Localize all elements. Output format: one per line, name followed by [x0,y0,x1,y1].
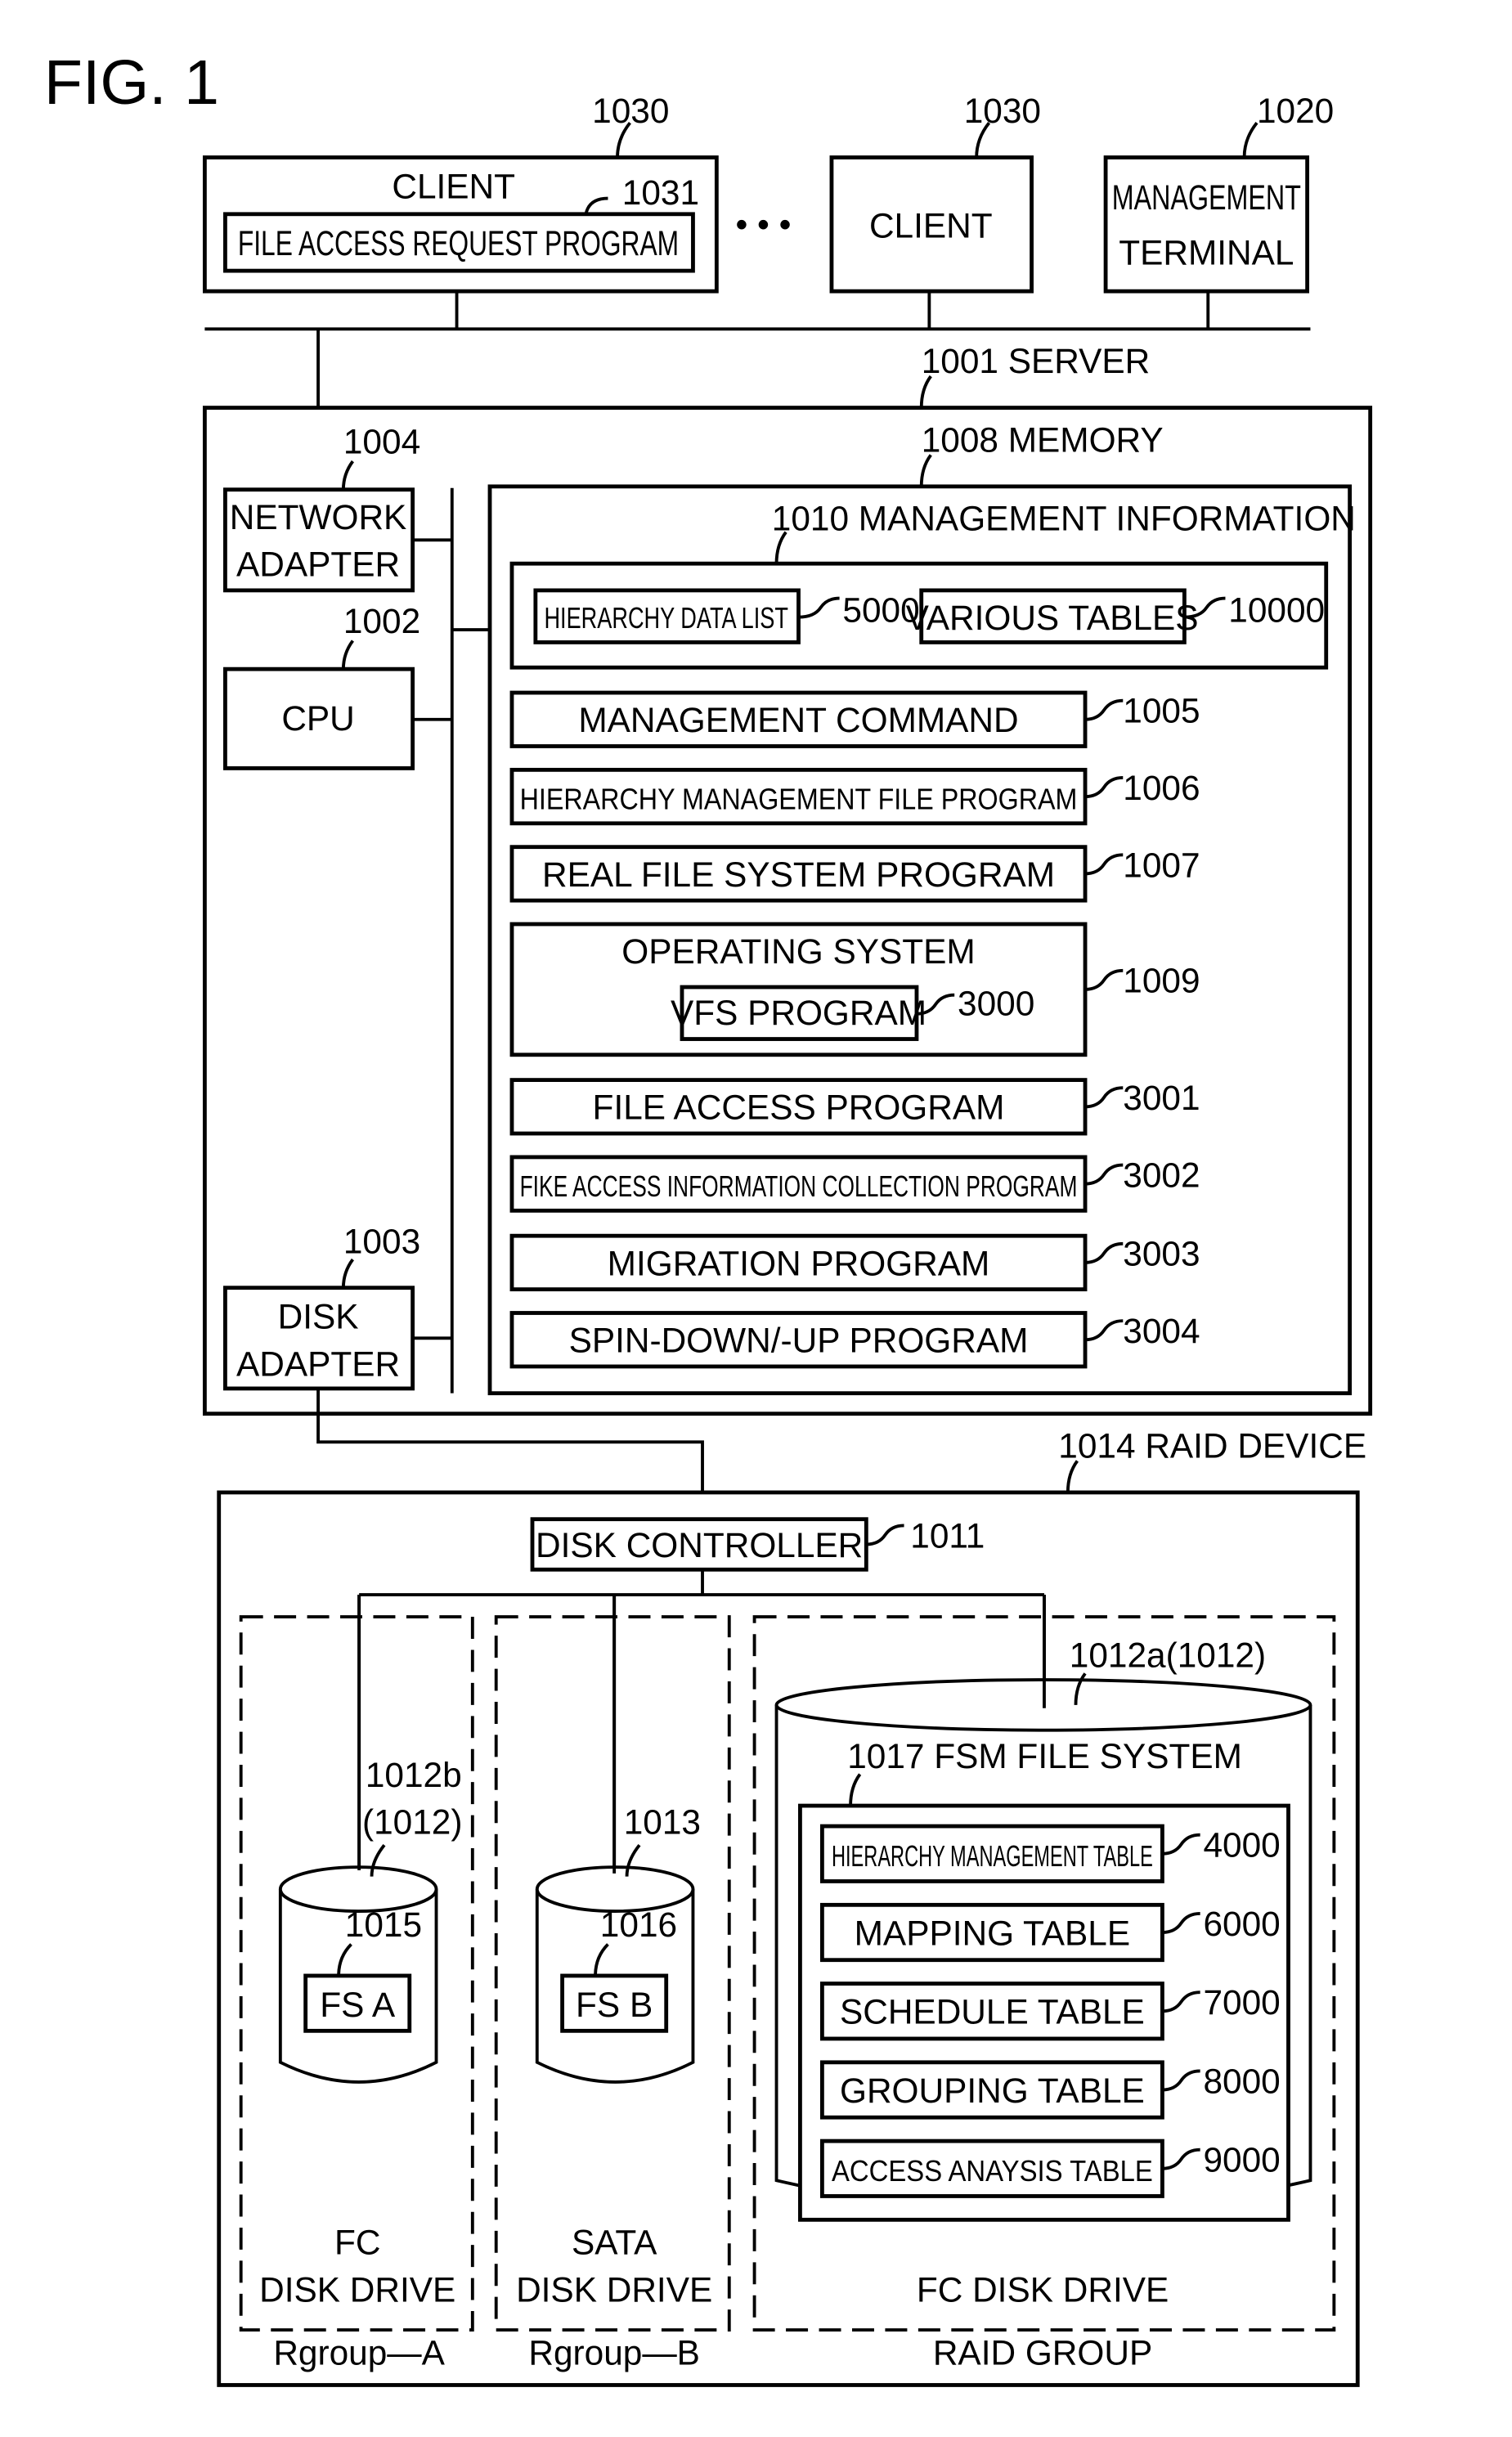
ref-7000: 7000 [1203,1983,1280,2022]
group-b-drive-line1: SATA [572,2224,657,2262]
raid-device: 1014 RAID DEVICE DISK CONTROLLER 1011 10… [217,1427,1366,2387]
table-label-mapping-table: MAPPING TABLE [855,1914,1131,1952]
ref-1020: 1020 [1257,92,1334,130]
program-label-file-access-program: FILE ACCESS PROGRAM [593,1088,1005,1127]
raid-group-label: RAID GROUP [933,2333,1152,2372]
program-label-migration-program: MIGRATION PROGRAM [608,1244,990,1282]
program-label-hierarchy-management-file-program: HIERARCHY MANAGEMENT FILE PROGRAM [520,782,1078,815]
fs-b-label: FS B [576,1986,653,2024]
network-adapter-line1: NETWORK [230,498,407,536]
ref-1005: 1005 [1123,692,1200,730]
server-label: 1001 SERVER [922,342,1151,380]
ref-6000: 6000 [1203,1905,1280,1943]
fsm-file-system-label: 1017 FSM FILE SYSTEM [847,1737,1242,1775]
management-information-label: 1010 MANAGEMENT INFORMATION [772,500,1356,538]
disk-controller-label: DISK CONTROLLER [536,1526,863,1564]
ref-3001: 3001 [1123,1079,1200,1117]
ellipsis: • • • [735,205,791,244]
group-c-drive-label: FC DISK DRIVE [917,2270,1169,2309]
ref-10000: 10000 [1228,590,1325,629]
ref-3002: 3002 [1123,1156,1200,1195]
disk-drive-fc-raid-group: 1012a(1012) 1017 FSM FILE SYSTEM HIERARC… [774,1595,1312,2222]
ref-1011: 1011 [910,1516,985,1555]
ref-1013: 1013 [624,1803,701,1842]
ref-1003: 1003 [343,1222,420,1260]
program-label-real-file-system-program: REAL FILE SYSTEM PROGRAM [542,855,1055,894]
ref-1007: 1007 [1123,846,1200,884]
table-label-access-anaysis-table: ACCESS ANAYSIS TABLE [832,2154,1153,2188]
ref-1012-paren: (1012) [362,1803,462,1842]
cpu-label: CPU [281,699,354,738]
group-a-drive-line1: FC [334,2224,380,2262]
management-terminal-line2: TERMINAL [1119,233,1294,272]
ref-8000: 8000 [1203,2062,1280,2100]
raid-device-label: 1014 RAID DEVICE [1058,1427,1366,1465]
program-label-fike-access-information-collection-program: FIKE ACCESS INFORMATION COLLECTION PROGR… [520,1169,1078,1203]
ref-1030-b: 1030 [964,92,1041,130]
ref-1015: 1015 [345,1905,422,1944]
figure-title: FIG. 1 [44,47,219,118]
ref-4000: 4000 [1203,1826,1280,1865]
management-terminal: MANAGEMENT TERMINAL 1020 [1103,92,1334,294]
fs-a-label: FS A [320,1986,396,2024]
ref-3000: 3000 [958,985,1034,1023]
memory-label: 1008 MEMORY [922,421,1164,460]
program-label-spin-down-up-program: SPIN-DOWN/-UP PROGRAM [569,1322,1029,1360]
hierarchy-data-list-label: HIERARCHY DATA LIST [544,601,788,635]
ref-9000: 9000 [1203,2141,1280,2179]
disk-adapter-line1: DISK [278,1298,359,1336]
server: 1001 SERVER NETWORK ADAPTER 1004 CPU 100… [202,342,1373,1416]
group-b-drive-line2: DISK DRIVE [516,2270,712,2309]
file-access-request-program-label: FILE ACCESS REQUEST PROGRAM [238,224,679,263]
rgroup-b-label: Rgroup—B [528,2333,700,2372]
table-label-schedule-table: SCHEDULE TABLE [840,1993,1145,2031]
vfs-program-label: VFS PROGRAM [671,994,926,1032]
program-label-management-command: MANAGEMENT COMMAND [578,701,1018,739]
ref-1012b: 1012b [366,1756,462,1794]
system-architecture-diagram: FIG. 1 CLIENT FILE ACCESS REQUEST PROGRA… [44,47,1373,2387]
rgroup-a-label: Rgroup—A [273,2333,445,2372]
group-a-drive-line2: DISK DRIVE [259,2270,455,2309]
client-2: CLIENT 1030 [829,92,1041,294]
ref-1012a: 1012a(1012) [1070,1636,1266,1675]
network-adapter-line2: ADAPTER [236,545,400,584]
ref-1031: 1031 [622,173,699,212]
disk-adapter-line2: ADAPTER [236,1345,400,1384]
ref-1006: 1006 [1123,769,1200,807]
ref-1009: 1009 [1123,962,1200,1000]
ref-1004: 1004 [343,422,420,460]
management-terminal-line1: MANAGEMENT [1112,178,1301,217]
client-1-label: CLIENT [392,168,515,206]
ref-1002: 1002 [343,602,420,640]
ref-3004: 3004 [1123,1312,1200,1350]
program-label-operating-system: OPERATING SYSTEM [621,932,975,971]
ref-3003: 3003 [1123,1235,1200,1273]
table-label-grouping-table: GROUPING TABLE [840,2071,1145,2110]
ref-1016: 1016 [600,1905,677,1944]
various-tables-label: VARIOUS TABLES [906,599,1199,637]
client-1: CLIENT FILE ACCESS REQUEST PROGRAM 1031 … [202,92,719,294]
ref-1030-a: 1030 [592,92,669,130]
table-label-hierarchy-management-table: HIERARCHY MANAGEMENT TABLE [832,1839,1153,1873]
memory: 1008 MEMORY 1010 MANAGEMENT INFORMATION … [487,421,1356,1396]
client-2-label: CLIENT [869,207,993,245]
